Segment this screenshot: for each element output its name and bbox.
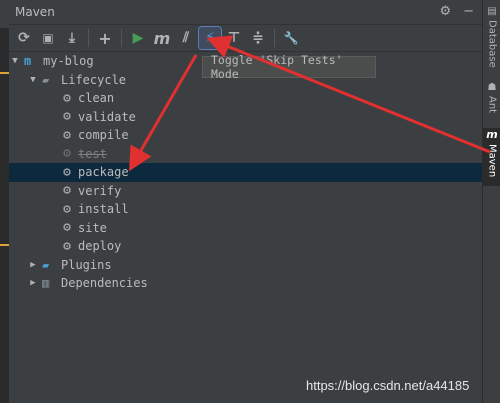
expand-arrow-icon[interactable]: ▼ xyxy=(27,75,39,85)
goal-row[interactable]: ⚙ compile xyxy=(9,126,482,145)
goal-label: clean xyxy=(78,91,115,106)
sidebar-tab-ant[interactable]: ☗ Ant xyxy=(483,82,500,122)
gear-icon: ⚙ xyxy=(63,220,71,236)
skip-tests-icon[interactable]: ⚡ xyxy=(198,26,222,50)
maven-toolbar: ⟳ ▣ ⤓ + ▶ m ⫽ ⚡ ⊤ ≑ 🔧 xyxy=(9,25,482,52)
run-icon[interactable]: ▶ xyxy=(127,27,149,49)
goal-label: verify xyxy=(78,183,122,198)
toolbar-separator xyxy=(88,29,89,47)
folder-icon: ▰ xyxy=(42,72,50,87)
gear-icon: ⚙ xyxy=(63,90,71,106)
tree-plugins[interactable]: ▶ ▰ Plugins xyxy=(9,256,482,275)
watermark: https://blog.csdn.net/a44185 xyxy=(306,378,470,393)
goal-label: test xyxy=(78,146,107,161)
goal-row[interactable]: ⚙ validate xyxy=(9,108,482,127)
goal-label: package xyxy=(78,165,129,180)
tooltip: Toggle 'Skip Tests' Mode xyxy=(202,53,376,81)
expand-arrow-icon[interactable]: ▶ xyxy=(27,260,39,270)
maven-projects-tree: ▼ m my-blog ▼ ▰ Lifecycle ⚙ clean ⚙ vali… xyxy=(9,52,482,293)
show-dependencies-icon[interactable]: ⊤ xyxy=(223,27,245,49)
gear-icon: ⚙ xyxy=(63,109,71,125)
right-tool-strip: ▤ Database ☗ Ant m Maven xyxy=(482,0,500,403)
tab-label: Maven xyxy=(486,144,498,178)
goal-row-skipped[interactable]: ⚙ test xyxy=(9,145,482,164)
toolbar-separator xyxy=(121,29,122,47)
ant-icon: ☗ xyxy=(487,82,497,93)
gear-icon: ⚙ xyxy=(63,201,71,217)
goal-label: site xyxy=(78,220,107,235)
tab-label: Ant xyxy=(486,96,498,114)
goal-label: compile xyxy=(78,128,129,143)
reload-icon[interactable]: ⟳ xyxy=(13,27,35,49)
add-icon[interactable]: + xyxy=(94,27,116,49)
goal-label: deploy xyxy=(78,239,122,254)
gear-icon: ⚙ xyxy=(63,146,71,162)
goal-row[interactable]: ⚙ install xyxy=(9,200,482,219)
settings-wrench-icon[interactable]: 🔧 xyxy=(280,27,302,49)
collapse-all-icon[interactable]: ≑ xyxy=(247,27,269,49)
sidebar-tab-maven[interactable]: m Maven xyxy=(483,128,500,186)
goal-row[interactable]: ⚙ deploy xyxy=(9,237,482,256)
tool-window-title: Maven xyxy=(15,5,55,19)
gear-icon[interactable]: ⚙ xyxy=(439,4,451,19)
gear-icon: ⚙ xyxy=(63,164,71,180)
goal-row[interactable]: ⚙ site xyxy=(9,219,482,238)
folder-icon: ▰ xyxy=(42,257,50,272)
expand-arrow-icon[interactable]: ▼ xyxy=(9,56,21,66)
maven-project-icon: m xyxy=(24,54,32,69)
expand-arrow-icon[interactable]: ▶ xyxy=(27,278,39,288)
tab-label: Database xyxy=(486,20,498,68)
project-name: my-blog xyxy=(43,54,94,69)
gear-icon: ⚙ xyxy=(63,183,71,199)
gear-icon: ⚙ xyxy=(63,127,71,143)
toolbar-separator xyxy=(274,29,275,47)
goal-row[interactable]: ⚙ clean xyxy=(9,89,482,108)
dependencies-icon: ▥ xyxy=(42,276,50,291)
plugins-label: Plugins xyxy=(61,257,112,272)
toggle-offline-icon[interactable]: ⫽ xyxy=(175,27,197,49)
tool-window-header: Maven ⚙ − xyxy=(9,0,482,25)
maven-icon: m xyxy=(486,128,498,141)
editor-edge xyxy=(0,28,9,403)
tree-dependencies[interactable]: ▶ ▥ Dependencies xyxy=(9,274,482,293)
goal-label: validate xyxy=(78,109,136,124)
goal-row[interactable]: ⚙ verify xyxy=(9,182,482,201)
gear-icon: ⚙ xyxy=(63,238,71,254)
generate-sources-icon[interactable]: ▣ xyxy=(37,27,59,49)
database-icon: ▤ xyxy=(487,6,497,17)
execute-goal-icon[interactable]: m xyxy=(151,27,173,49)
sidebar-tab-database[interactable]: ▤ Database xyxy=(483,6,500,70)
download-icon[interactable]: ⤓ xyxy=(61,27,83,49)
goal-row-selected[interactable]: ⚙ package xyxy=(9,163,482,182)
dependencies-label: Dependencies xyxy=(61,276,148,291)
goal-label: install xyxy=(78,202,129,217)
edge-marker xyxy=(0,72,9,74)
edge-marker xyxy=(0,244,9,246)
hide-icon[interactable]: − xyxy=(463,4,474,19)
lifecycle-label: Lifecycle xyxy=(61,72,127,87)
